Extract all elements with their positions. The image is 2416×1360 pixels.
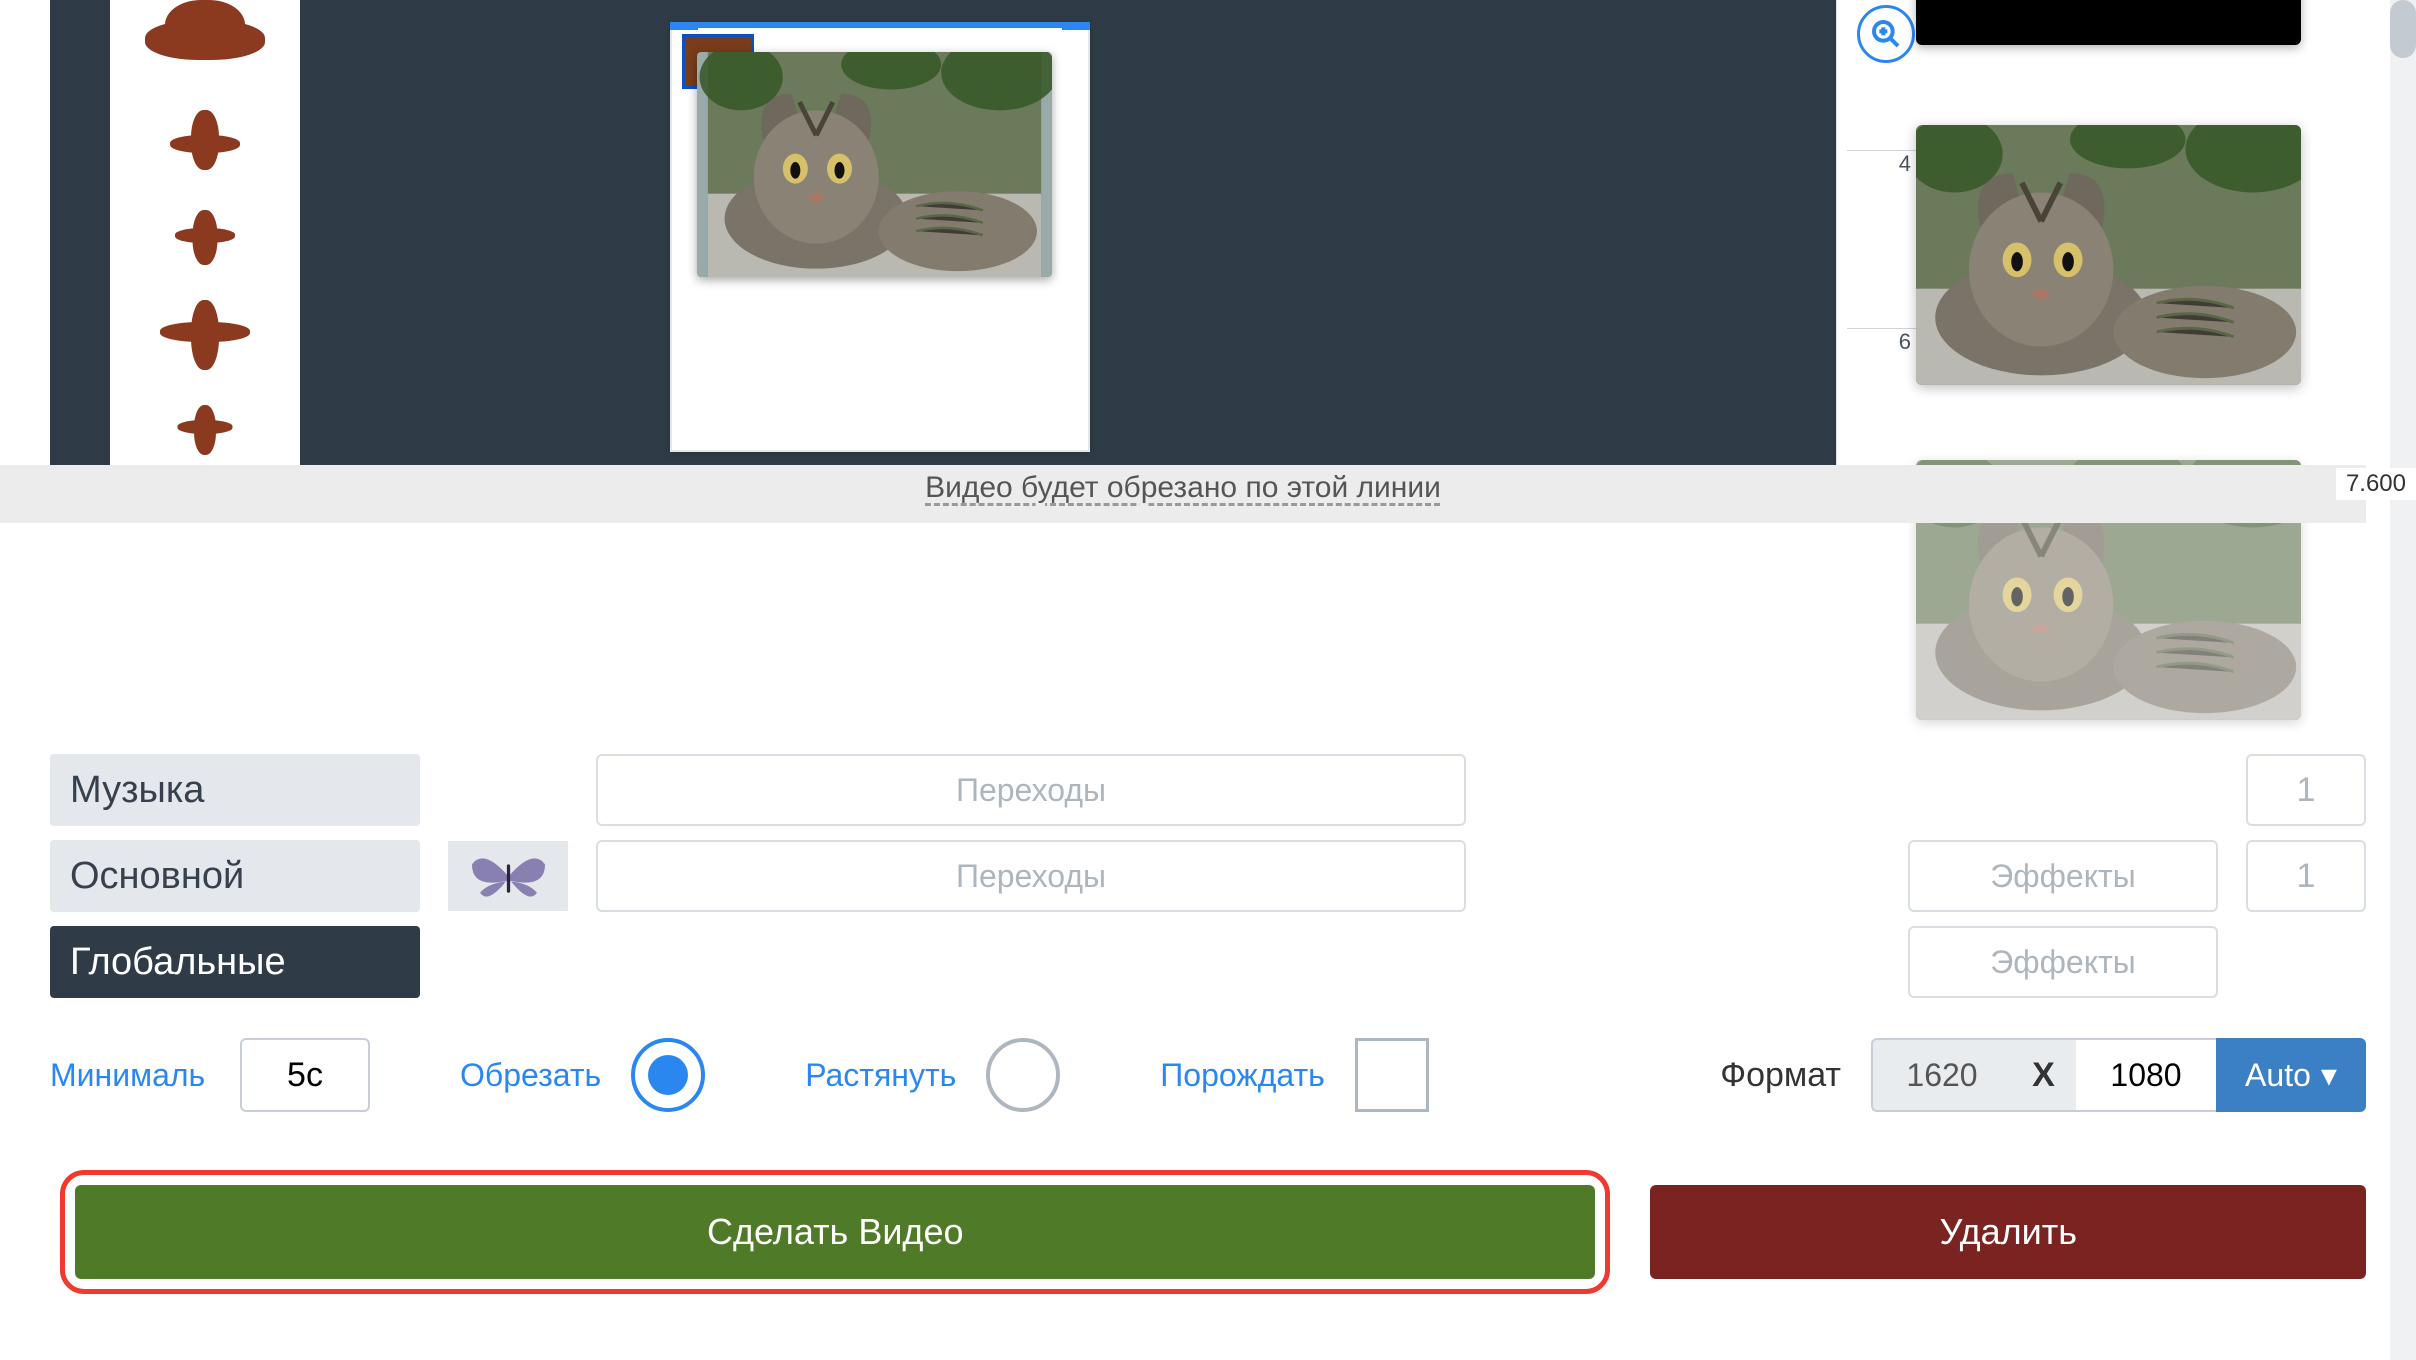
format-separator: X <box>2011 1038 2076 1112</box>
global-effects-select[interactable]: Эффекты <box>1908 926 2218 998</box>
lane-music-label[interactable]: Музыка <box>50 754 420 826</box>
page-scrollbar[interactable] <box>2390 0 2416 1360</box>
music-count-box[interactable]: 1 <box>2246 754 2366 826</box>
format-label: Формат <box>1720 1056 1841 1095</box>
zoom-in-button[interactable] <box>1857 5 1915 63</box>
action-row: Сделать Видео Удалить <box>60 1170 2366 1294</box>
lane-main-row: Основной Переходы Эффекты 1 <box>50 840 2366 912</box>
main-transitions-select[interactable]: Переходы <box>596 840 1466 912</box>
clip-frame[interactable] <box>670 22 1090 452</box>
scrollbar-thumb[interactable] <box>2390 0 2416 58</box>
frame-thumb[interactable] <box>1916 125 2301 385</box>
stretch-radio[interactable] <box>986 1038 1060 1112</box>
make-video-button[interactable]: Сделать Видео <box>75 1185 1595 1279</box>
editor-area: 4 6 <box>50 0 2366 465</box>
auto-button-label: Auto <box>2245 1057 2311 1094</box>
lane-global-label[interactable]: Глобальные <box>50 926 420 998</box>
make-video-highlight: Сделать Видео <box>60 1170 1610 1294</box>
clip-top-handle[interactable] <box>672 22 1088 28</box>
cut-line-banner: Видео будет обрезано по этой линии <box>0 465 2366 523</box>
min-duration-label: Минималь <box>50 1057 210 1094</box>
generate-label: Порождать <box>1160 1057 1325 1094</box>
ruler-tick: 4 <box>1847 150 1917 177</box>
clip-handle-right[interactable] <box>1062 22 1090 30</box>
format-width-input[interactable] <box>1871 1038 2011 1112</box>
lane-music-row: Музыка Переходы 1 <box>50 754 2366 826</box>
format-auto-button[interactable]: Auto ▾ <box>2216 1038 2366 1112</box>
caret-down-icon: ▾ <box>2321 1056 2337 1094</box>
clip-handle-left[interactable] <box>670 22 698 30</box>
audio-track-column <box>50 0 300 465</box>
delete-button[interactable]: Удалить <box>1650 1185 2366 1279</box>
lane-global-row: Глобальные Эффекты <box>50 926 2366 998</box>
crop-radio[interactable] <box>631 1038 705 1112</box>
format-group: X Auto ▾ <box>1871 1038 2366 1112</box>
music-transitions-select[interactable]: Переходы <box>596 754 1466 826</box>
main-count-box[interactable]: 1 <box>2246 840 2366 912</box>
main-transition-thumb[interactable] <box>448 841 568 911</box>
clip-thumbnail <box>697 52 1052 277</box>
zoom-in-icon <box>1870 18 1902 50</box>
ruler-tick: 6 <box>1847 328 1917 355</box>
main-effects-select[interactable]: Эффекты <box>1908 840 2218 912</box>
audio-waveform[interactable] <box>110 0 300 465</box>
crop-label: Обрезать <box>460 1057 601 1094</box>
video-canvas[interactable] <box>300 0 1836 465</box>
thumbnail-strip: 4 6 <box>1836 0 2366 465</box>
cut-time-value: 7.600 <box>2336 468 2416 500</box>
cut-line-text: Видео будет обрезано по этой линии <box>925 471 1441 504</box>
frame-thumb-black[interactable] <box>1916 0 2301 45</box>
stretch-label: Растянуть <box>805 1057 956 1094</box>
format-height-input[interactable] <box>2076 1038 2216 1112</box>
lane-main-label[interactable]: Основной <box>50 840 420 912</box>
min-duration-input[interactable] <box>240 1038 370 1112</box>
duration-format-row: Минималь Обрезать Растянуть Порождать Фо… <box>50 1038 2366 1112</box>
generate-checkbox[interactable] <box>1355 1038 1429 1112</box>
butterfly-icon <box>466 844 551 909</box>
